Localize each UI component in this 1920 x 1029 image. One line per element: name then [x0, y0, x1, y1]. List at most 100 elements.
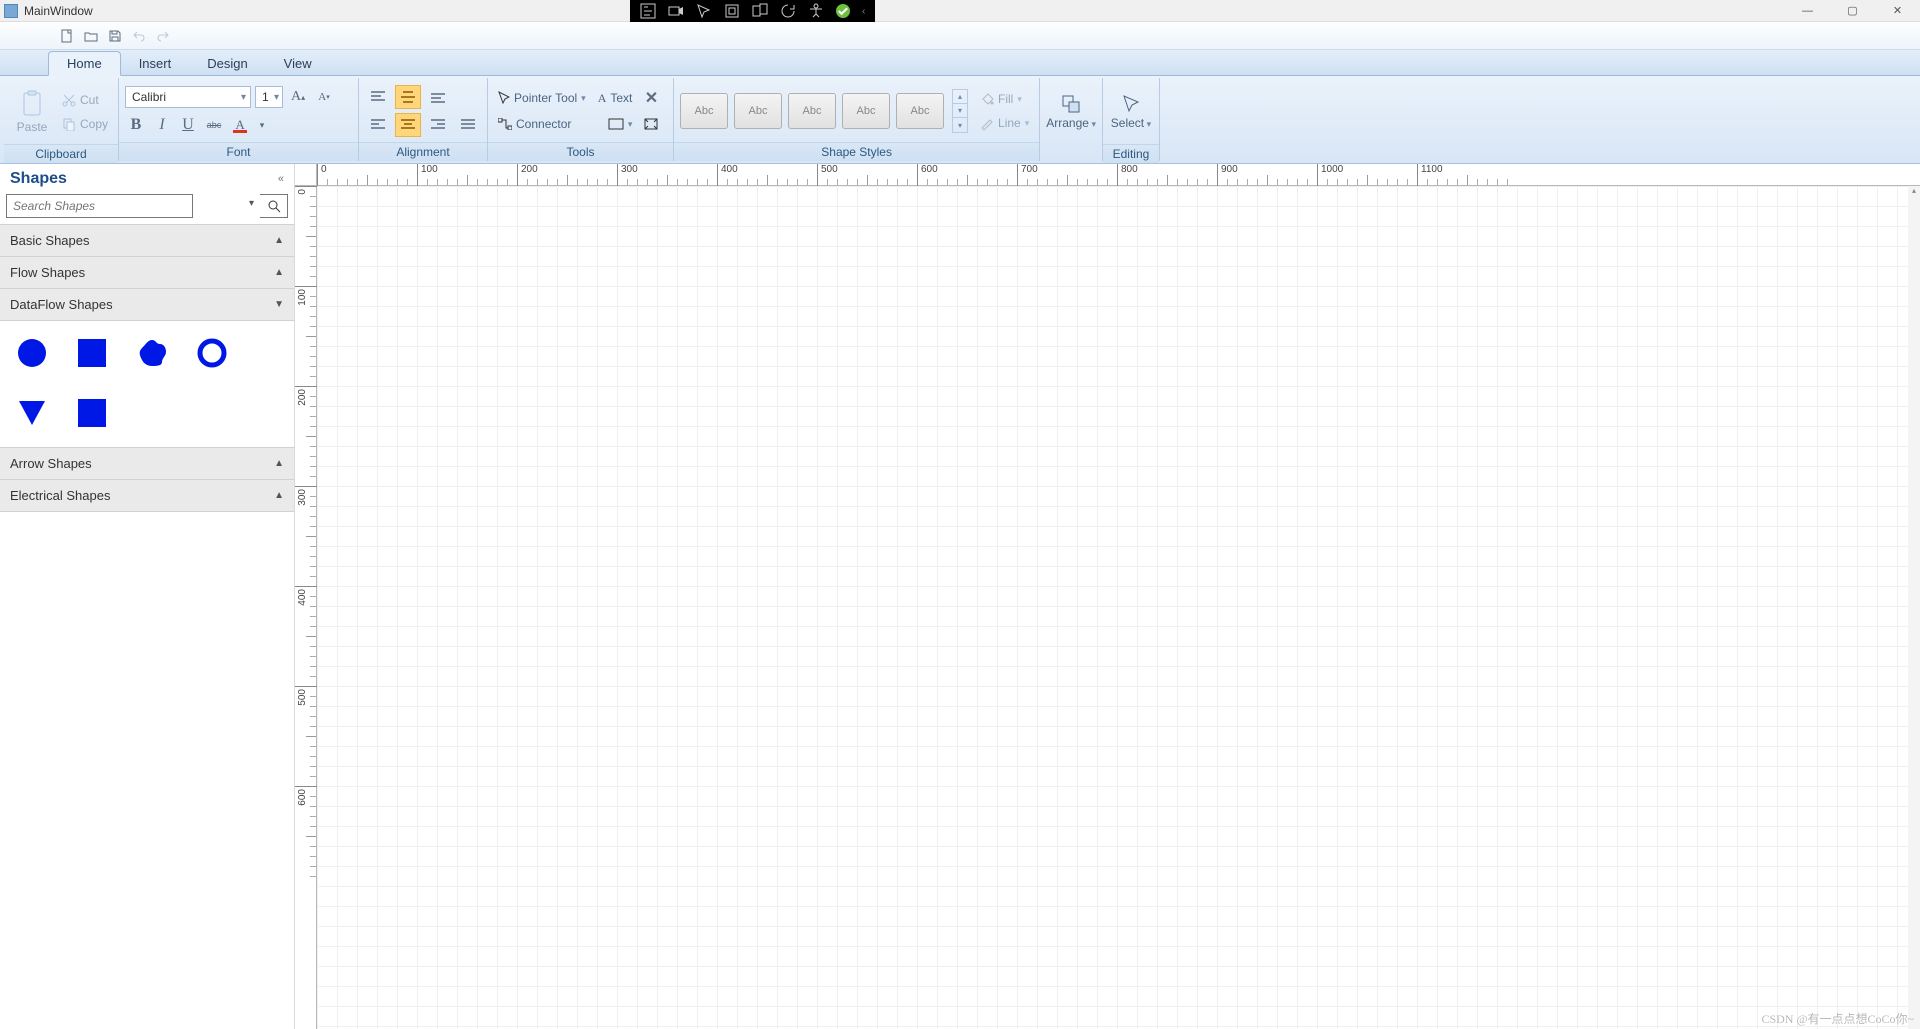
group-font: Calibri 1 A▴ A▾ B I U abc A ▾ Font [119, 78, 359, 161]
underline-button[interactable]: U [177, 114, 199, 136]
grow-font-button[interactable]: A▴ [287, 86, 309, 108]
qa-save-button[interactable] [106, 27, 124, 45]
cut-button[interactable]: Cut [58, 90, 112, 110]
delete-tool-button[interactable]: ✕ [640, 87, 662, 109]
accordion-arrow-shapes[interactable]: Arrow Shapes ▲ [0, 447, 294, 480]
line-button[interactable]: Line [976, 113, 1033, 133]
accessibility-icon[interactable] [808, 3, 824, 19]
align-right-button[interactable] [425, 113, 451, 137]
accordion-basic-shapes[interactable]: Basic Shapes ▲ [0, 224, 294, 257]
font-color-button[interactable]: A [229, 114, 251, 136]
scissors-icon [62, 93, 76, 107]
tab-home[interactable]: Home [48, 51, 121, 76]
align-middle-button[interactable] [395, 85, 421, 109]
qa-new-button[interactable] [58, 27, 76, 45]
shape-square-filled[interactable] [76, 337, 108, 369]
shape-triangle-down[interactable] [16, 397, 48, 429]
bold-button[interactable]: B [125, 114, 147, 136]
align-left-button[interactable] [365, 113, 391, 137]
rectangle-icon [608, 118, 624, 130]
tab-view[interactable]: View [266, 52, 330, 75]
text-label: Text [610, 91, 632, 105]
arrange-label: Arrange [1046, 116, 1096, 130]
select-label: Select [1111, 116, 1151, 130]
shape-style-preset-4[interactable]: Abc [842, 93, 890, 129]
chevron-up-icon: ▲ [274, 267, 284, 278]
font-size-combobox[interactable]: 1 [255, 86, 283, 108]
shape-style-preset-1[interactable]: Abc [680, 93, 728, 129]
shrink-font-button[interactable]: A▾ [313, 86, 335, 108]
accordion-dataflow-shapes[interactable]: DataFlow Shapes ▼ [0, 289, 294, 321]
shape-style-preset-2[interactable]: Abc [734, 93, 782, 129]
font-name-combobox[interactable]: Calibri [125, 86, 251, 108]
shape-square-filled-2[interactable] [76, 397, 108, 429]
minimize-button[interactable]: — [1785, 0, 1830, 22]
font-color-dropdown[interactable]: ▾ [255, 114, 269, 136]
style-gallery-spinners[interactable]: ▴ ▾ ▾ [952, 89, 968, 133]
paste-label: Paste [17, 120, 48, 134]
align-center-button[interactable] [395, 113, 421, 137]
gallery-more-icon[interactable]: ▾ [953, 118, 967, 132]
close-button[interactable]: ✕ [1875, 0, 1920, 22]
align-top-button[interactable] [365, 85, 391, 109]
collapse-debug-icon[interactable]: ‹ [862, 6, 865, 17]
ruler-v-label: 100 [297, 289, 308, 306]
paste-button[interactable]: Paste [10, 80, 54, 144]
shape-style-preset-3[interactable]: Abc [788, 93, 836, 129]
arrange-button[interactable]: Arrange [1046, 80, 1096, 144]
tab-design[interactable]: Design [189, 52, 265, 75]
select-button[interactable]: Select [1109, 80, 1153, 144]
shape-circle-filled[interactable] [16, 337, 48, 369]
connector-tool-button[interactable]: Connector [494, 114, 575, 134]
strikethrough-button[interactable]: abc [203, 114, 225, 136]
search-shapes-button[interactable] [260, 194, 288, 218]
text-tool-button[interactable]: A Text [594, 88, 637, 108]
qa-open-button[interactable] [82, 27, 100, 45]
accordion-electrical-shapes[interactable]: Electrical Shapes ▲ [0, 480, 294, 512]
bucket-icon [980, 92, 994, 106]
copy-icon [62, 117, 76, 131]
shapes-panel-collapse-button[interactable]: « [278, 173, 284, 185]
gallery-down-icon[interactable]: ▾ [953, 104, 967, 118]
copy-button[interactable]: Copy [58, 114, 112, 134]
select-element-icon[interactable] [696, 3, 712, 19]
fill-button[interactable]: Fill [976, 89, 1033, 109]
app-icon [4, 4, 18, 18]
debug-toolbar: ‹ [630, 0, 875, 22]
italic-button[interactable]: I [151, 114, 173, 136]
diagram-canvas[interactable] [317, 186, 1920, 1029]
gallery-up-icon[interactable]: ▴ [953, 90, 967, 104]
cut-label: Cut [80, 93, 99, 107]
vertical-scrollbar[interactable]: ▴ [1908, 186, 1920, 1029]
maximize-button[interactable]: ▢ [1830, 0, 1875, 22]
scroll-up-icon[interactable]: ▴ [1908, 186, 1920, 198]
tab-insert[interactable]: Insert [121, 52, 190, 75]
fit-page-button[interactable] [640, 113, 662, 135]
live-visual-tree-icon[interactable] [640, 3, 656, 19]
align-justify-button[interactable] [455, 113, 481, 137]
qa-redo-button[interactable] [154, 27, 172, 45]
pointer-tool-button[interactable]: Pointer Tool [494, 88, 590, 108]
arrow-shapes-label: Arrow Shapes [10, 456, 92, 471]
align-bottom-button[interactable] [425, 85, 451, 109]
shape-circle-outline[interactable] [196, 337, 228, 369]
accordion-flow-shapes[interactable]: Flow Shapes ▲ [0, 257, 294, 289]
search-shapes-input[interactable] [6, 194, 193, 218]
ruler-vertical[interactable]: 0100200300400500600 [295, 186, 317, 1029]
dataflow-shapes-label: DataFlow Shapes [10, 297, 113, 312]
qa-undo-button[interactable] [130, 27, 148, 45]
pointer-label: Pointer Tool [514, 91, 577, 105]
select-cursor-icon [1122, 94, 1140, 114]
hot-reload-icon[interactable] [780, 3, 796, 19]
rectangle-tool-button[interactable] [604, 114, 637, 134]
status-ok-icon[interactable] [836, 4, 850, 18]
ruler-horizontal[interactable]: 010020030040050060070080090010001100 [317, 164, 1920, 186]
dataflow-shapes-grid [0, 321, 294, 447]
pen-icon [980, 116, 994, 130]
recorder-icon[interactable] [668, 3, 684, 19]
shape-blob[interactable] [136, 337, 168, 369]
line-label: Line [998, 116, 1021, 130]
layout-adorners-icon[interactable] [724, 3, 740, 19]
track-focus-icon[interactable] [752, 3, 768, 19]
shape-style-preset-5[interactable]: Abc [896, 93, 944, 129]
